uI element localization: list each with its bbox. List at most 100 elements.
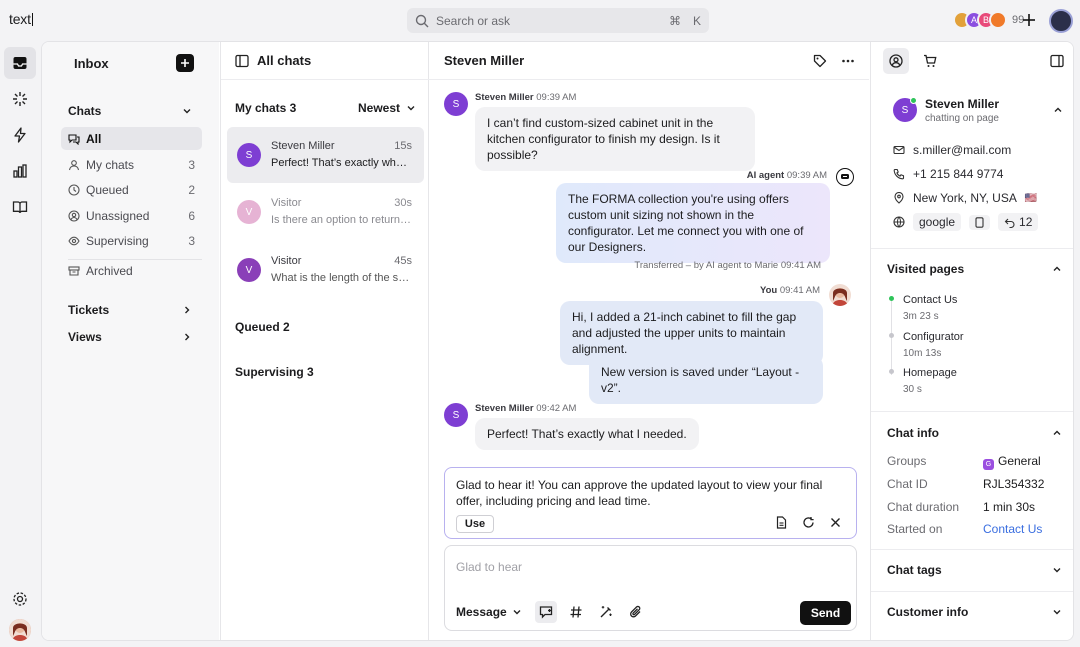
search-placeholder: Search or ask [436,13,511,28]
supervising-heading[interactable]: Supervising 3 [235,365,314,379]
hashtag-icon[interactable] [565,601,587,623]
customer-info-title: Customer info [887,605,969,619]
customer-name: Steven Miller [925,97,1000,111]
refresh-icon[interactable] [802,516,815,529]
panel-toggle-icon[interactable] [1050,54,1064,68]
tag-icon[interactable] [813,54,827,68]
chevron-up-icon[interactable] [1052,428,1062,438]
suggestion-text: Glad to hear it! You can approve the upd… [456,478,823,508]
chevron-down-icon [1052,565,1062,575]
chat-name: Visitor [271,255,302,267]
magic-wand-icon[interactable] [595,601,617,623]
transfer-notice: Transferred – by AI agent to Marie 09:41… [634,260,821,271]
close-icon[interactable] [829,516,842,529]
search-shortcut: ⌘ K [668,13,701,28]
message-composer[interactable]: Glad to hear Message Send [444,545,857,631]
top-bar: text Search or ask ⌘ K A B 99 [0,0,1080,40]
chat-name: Steven Miller [271,140,335,152]
agent-avatar[interactable] [9,619,31,641]
visited-pages-title: Visited pages [887,262,965,276]
queued-heading[interactable]: Queued 2 [235,320,290,334]
team-avatar [989,11,1007,29]
chat-info-title: Chat info [887,426,939,440]
nav-item-my-chats[interactable]: My chats 3 [61,153,202,176]
nav-item-queued[interactable]: Queued 2 [61,178,202,201]
details-panel: S Steven Miller chatting on page s.mille… [870,42,1073,640]
customer-phone[interactable]: +1 215 844 9774 [893,167,1003,181]
avatar: V [237,200,261,224]
conversation: Steven Miller S Steven Miller 09:39 AM I… [430,42,869,640]
chat-time: 45s [394,255,412,267]
chevron-up-icon[interactable] [1052,264,1062,274]
nav-item-unassigned[interactable]: Unassigned 6 [61,204,202,227]
conversation-title: Steven Miller [444,53,525,68]
document-icon[interactable] [775,516,788,529]
message-mode-dropdown[interactable]: Message [456,605,522,619]
avatar [829,284,851,306]
chevron-up-icon[interactable] [1053,105,1063,115]
archive-icon [68,265,80,277]
add-icon[interactable] [1020,11,1038,29]
location-pin-icon [893,192,905,204]
customer-tab-icon[interactable] [883,48,909,74]
customer-source: google 12 [893,213,1039,231]
attachment-icon[interactable] [625,601,647,623]
return-icon [1004,217,1015,228]
chat-list-item[interactable]: V Visitor 45s What is the length of the … [227,242,424,298]
inbox-icon[interactable] [4,47,36,79]
nav-item-supervising[interactable]: Supervising 3 [61,229,202,252]
app-logo[interactable]: text [9,11,34,27]
nav-item-archived[interactable]: Archived [61,259,202,282]
send-button[interactable]: Send [800,601,851,625]
use-suggestion-button[interactable]: Use [456,515,494,533]
chevron-right-icon [182,332,192,342]
canned-response-icon[interactable] [535,601,557,623]
chevron-down-icon [406,103,416,113]
my-chats-heading: My chats 3 [235,101,297,115]
chevron-down-icon [512,607,522,617]
conversation-header: Steven Miller [430,42,869,80]
user-avatar[interactable] [1049,9,1073,33]
left-rail [0,40,40,647]
team-avatars[interactable]: A B 99 [953,11,1024,29]
customer-info-section[interactable]: Customer info [871,591,1073,640]
chevron-down-icon [182,106,192,116]
chat-list-item[interactable]: S Steven Miller 15s Perfect! That’s exac… [227,127,424,183]
chevron-right-icon [182,305,192,315]
globe-icon [893,216,905,228]
settings-icon[interactable] [4,583,36,615]
tickets-section-toggle[interactable]: Tickets [68,303,192,317]
visited-page-item: Contact Us 3m 23 s [903,294,958,322]
online-indicator [910,97,917,104]
cart-tab-icon[interactable] [917,48,943,74]
visits-pill: 12 [998,213,1039,231]
sidebar-toggle-icon[interactable] [235,54,249,68]
sparkle-icon[interactable] [4,83,36,115]
inbox-nav: Inbox Chats All My chats 3 Queued 2 Unas… [42,42,219,640]
avatar: S [444,92,468,116]
message-meta: Steven Miller 09:42 AM [475,403,577,414]
started-on-link[interactable]: Contact Us [983,522,1042,536]
more-icon[interactable] [841,54,855,68]
views-section-toggle[interactable]: Views [68,330,192,344]
chats-section-toggle[interactable]: Chats [68,104,192,118]
book-icon[interactable] [4,191,36,223]
new-chat-button[interactable] [176,54,194,72]
ai-agent-icon [836,168,854,186]
chevron-down-icon [1052,607,1062,617]
reports-icon[interactable] [4,155,36,187]
main-panel: Inbox Chats All My chats 3 Queued 2 Unas… [41,41,1074,641]
user-icon [68,159,80,171]
bolt-icon[interactable] [4,119,36,151]
chat-list-header: All chats [221,42,430,80]
nav-item-all[interactable]: All [61,127,202,150]
chat-tags-section[interactable]: Chat tags [871,549,1073,591]
customer-email[interactable]: s.miller@mail.com [893,143,1011,157]
chat-list-item[interactable]: V Visitor 30s Is there an option to retu… [227,184,424,240]
device-icon [969,214,991,230]
message-bubble: New version is saved under “Layout - v2”… [589,356,823,404]
chat-list-title: All chats [257,53,312,68]
search-bar[interactable]: Search or ask ⌘ K [407,8,709,33]
composer-input[interactable]: Glad to hear [456,560,522,574]
sort-dropdown[interactable]: Newest [358,101,416,115]
